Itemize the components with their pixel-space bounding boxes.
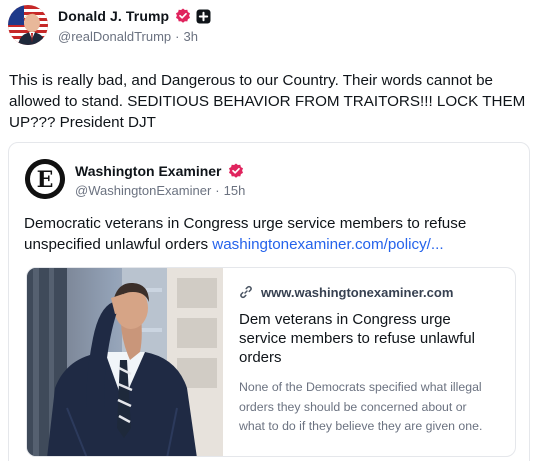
author-handle[interactable]: @realDonaldTrump (58, 29, 171, 44)
meta-separator: · (215, 183, 220, 198)
quoted-post[interactable]: E Washington Examiner @WashingtonExamine… (8, 142, 530, 461)
post-time[interactable]: 3h (184, 29, 198, 44)
verified-badge-icon (228, 163, 244, 179)
quote-body-text: Democratic veterans in Congress urge ser… (24, 213, 524, 255)
link-preview-body: www.washingtonexaminer.com Dem veterans … (239, 282, 509, 437)
author-name[interactable]: Donald J. Trump (58, 8, 169, 24)
svg-text:E: E (37, 167, 54, 193)
quote-author-meta: @WashingtonExaminer · 15h (75, 183, 245, 198)
author-meta: @realDonaldTrump · 3h (58, 29, 198, 44)
link-icon (239, 285, 253, 299)
author-avatar[interactable] (8, 5, 48, 45)
truth-post: Donald J. Trump @realDonaldTrump · 3h Th… (0, 0, 535, 461)
post-body-text: This is really bad, and Dangerous to our… (9, 72, 526, 131)
author-row: Donald J. Trump (58, 6, 211, 26)
quote-author-row: Washington Examiner (75, 161, 244, 181)
meta-separator: · (175, 29, 180, 44)
link-preview-description: None of the Democrats specified what ill… (239, 380, 483, 433)
link-preview-domain: www.washingtonexaminer.com (261, 284, 454, 300)
link-preview-title[interactable]: Dem veterans in Congress urge service me… (239, 310, 484, 367)
link-preview-image (27, 268, 223, 456)
quote-link[interactable]: washingtonexaminer.com/policy/... (212, 236, 443, 253)
link-preview-domain-row: www.washingtonexaminer.com (239, 282, 509, 302)
quote-time[interactable]: 15h (224, 183, 246, 198)
plus-box-icon (196, 9, 211, 24)
washington-examiner-logo[interactable]: E (25, 159, 65, 199)
verified-badge-icon (175, 8, 191, 24)
quote-author-handle[interactable]: @WashingtonExaminer (75, 183, 211, 198)
quote-author-name[interactable]: Washington Examiner (75, 163, 222, 179)
link-preview-card[interactable]: www.washingtonexaminer.com Dem veterans … (26, 267, 516, 457)
